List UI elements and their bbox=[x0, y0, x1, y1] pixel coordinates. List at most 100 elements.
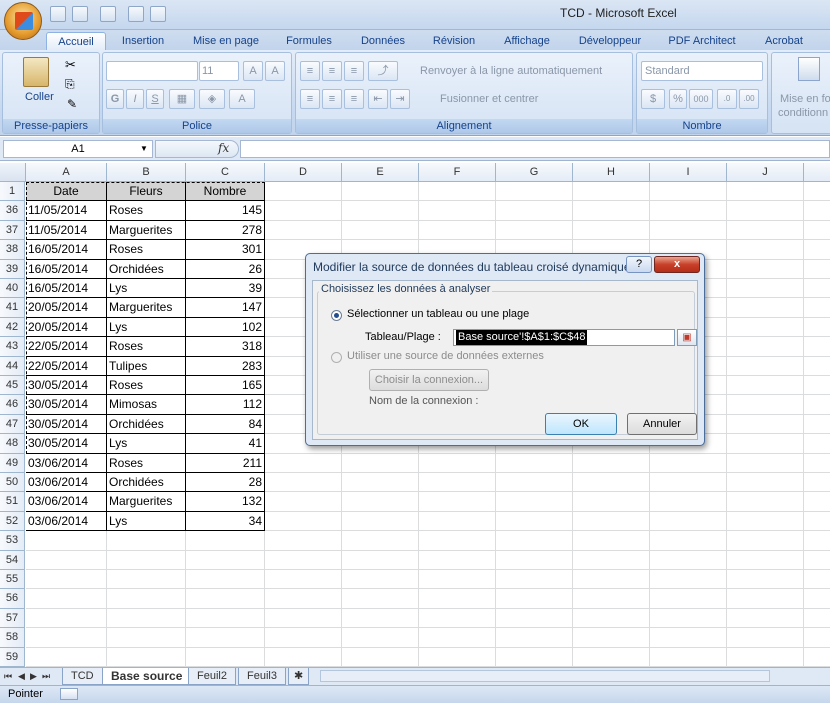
save-icon[interactable] bbox=[50, 6, 66, 22]
table-cell[interactable]: 28 bbox=[186, 473, 265, 493]
col-header-c[interactable]: C bbox=[186, 163, 265, 182]
empty-cell[interactable] bbox=[650, 531, 727, 551]
table-cell[interactable]: 34 bbox=[186, 511, 265, 532]
table-cell[interactable]: 03/06/2014 bbox=[26, 492, 107, 512]
table-cell[interactable] bbox=[107, 647, 186, 667]
table-cell[interactable]: 132 bbox=[186, 492, 265, 512]
col-header-k[interactable] bbox=[804, 163, 830, 182]
font-size-select[interactable]: 11 bbox=[199, 61, 239, 81]
select-range-label[interactable]: Sélectionner un tableau ou une plage bbox=[347, 308, 529, 320]
empty-cell[interactable] bbox=[573, 201, 650, 221]
empty-cell[interactable] bbox=[727, 550, 804, 570]
table-cell[interactable] bbox=[107, 550, 186, 570]
empty-cell[interactable] bbox=[727, 647, 804, 667]
external-source-radio[interactable] bbox=[331, 352, 342, 363]
empty-cell[interactable] bbox=[265, 628, 342, 648]
col-header-i[interactable]: I bbox=[650, 163, 727, 182]
empty-cell[interactable] bbox=[419, 182, 496, 202]
empty-cell[interactable] bbox=[650, 511, 727, 532]
row-header[interactable]: 59 bbox=[0, 647, 25, 667]
merge-center-button[interactable]: Fusionner et centrer bbox=[440, 93, 538, 105]
empty-cell[interactable] bbox=[265, 511, 342, 532]
paste-label[interactable]: Coller bbox=[25, 91, 54, 103]
table-cell[interactable]: 22/05/2014 bbox=[26, 356, 107, 376]
table-cell[interactable]: 145 bbox=[186, 201, 265, 221]
empty-cell[interactable] bbox=[496, 608, 573, 629]
cut-icon[interactable]: ✂ bbox=[65, 57, 76, 73]
empty-cell[interactable] bbox=[650, 453, 727, 473]
empty-cell[interactable] bbox=[342, 511, 419, 532]
empty-cell[interactable] bbox=[419, 647, 496, 667]
table-cell[interactable] bbox=[186, 608, 265, 629]
external-source-label[interactable]: Utiliser une source de données externes bbox=[347, 350, 544, 362]
empty-cell[interactable] bbox=[727, 182, 804, 202]
table-cell[interactable]: 84 bbox=[186, 414, 265, 435]
table-cell[interactable]: Roses bbox=[107, 337, 186, 357]
empty-cell[interactable] bbox=[342, 201, 419, 221]
table-cell[interactable]: 11/05/2014 bbox=[26, 220, 107, 241]
empty-cell[interactable] bbox=[650, 473, 727, 493]
prev-sheet-icon[interactable]: ◀ bbox=[16, 668, 27, 685]
table-cell[interactable]: Marguerites bbox=[107, 492, 186, 512]
header-cell[interactable]: Fleurs bbox=[107, 182, 186, 202]
cancel-button[interactable]: Annuler bbox=[627, 413, 697, 435]
empty-cell[interactable] bbox=[650, 570, 727, 590]
table-cell[interactable] bbox=[107, 570, 186, 590]
col-header-j[interactable]: J bbox=[727, 163, 804, 182]
empty-cell[interactable] bbox=[342, 453, 419, 473]
table-cell[interactable] bbox=[26, 628, 107, 648]
sheet-tab-tcd[interactable]: TCD bbox=[62, 668, 103, 685]
empty-cell[interactable] bbox=[496, 628, 573, 648]
table-cell[interactable]: 278 bbox=[186, 220, 265, 241]
empty-cell[interactable] bbox=[573, 453, 650, 473]
table-cell[interactable] bbox=[186, 570, 265, 590]
empty-cell[interactable] bbox=[419, 589, 496, 609]
empty-cell[interactable] bbox=[419, 511, 496, 532]
tab-donnees[interactable]: Données bbox=[356, 32, 410, 50]
percent-button[interactable]: % bbox=[669, 89, 687, 109]
row-header[interactable]: 55 bbox=[0, 570, 25, 590]
empty-cell[interactable] bbox=[265, 492, 342, 512]
sheet-tab-base-source[interactable]: Base source bbox=[102, 668, 192, 685]
table-cell[interactable]: 30/05/2014 bbox=[26, 376, 107, 396]
italic-button[interactable]: I bbox=[126, 89, 144, 109]
quick-print-icon[interactable] bbox=[150, 6, 166, 22]
empty-cell[interactable] bbox=[496, 492, 573, 512]
row-header[interactable]: 53 bbox=[0, 531, 25, 551]
table-cell[interactable]: Lys bbox=[107, 511, 186, 532]
empty-cell[interactable] bbox=[419, 453, 496, 473]
conditional-format-label[interactable]: Mise en fo bbox=[780, 93, 830, 105]
select-range-radio[interactable] bbox=[331, 310, 342, 321]
table-cell[interactable]: 39 bbox=[186, 279, 265, 299]
table-cell[interactable]: 318 bbox=[186, 337, 265, 357]
collapse-dialog-icon[interactable]: ▣ bbox=[677, 329, 697, 346]
empty-cell[interactable] bbox=[265, 201, 342, 221]
table-cell[interactable]: 30/05/2014 bbox=[26, 414, 107, 435]
empty-cell[interactable] bbox=[650, 608, 727, 629]
sheet-tab-feuil2[interactable]: Feuil2 bbox=[188, 668, 236, 685]
table-cell[interactable]: 30/05/2014 bbox=[26, 434, 107, 454]
table-cell[interactable]: Lys bbox=[107, 434, 186, 454]
fill-color-icon[interactable]: ◈ bbox=[199, 89, 225, 109]
table-cell[interactable] bbox=[107, 531, 186, 551]
empty-cell[interactable] bbox=[342, 531, 419, 551]
tab-affichage[interactable]: Affichage bbox=[498, 32, 556, 50]
empty-cell[interactable] bbox=[573, 492, 650, 512]
last-sheet-icon[interactable]: ⏭ bbox=[40, 668, 52, 685]
empty-cell[interactable] bbox=[727, 608, 804, 629]
empty-cell[interactable] bbox=[727, 395, 804, 415]
empty-cell[interactable] bbox=[804, 221, 830, 241]
empty-cell[interactable] bbox=[804, 473, 830, 493]
tab-developpeur[interactable]: Développeur bbox=[574, 32, 646, 50]
font-name-select[interactable] bbox=[106, 61, 198, 81]
table-cell[interactable]: 22/05/2014 bbox=[26, 337, 107, 357]
empty-cell[interactable] bbox=[265, 570, 342, 590]
empty-cell[interactable] bbox=[650, 647, 727, 667]
table-cell[interactable]: 165 bbox=[186, 376, 265, 396]
empty-cell[interactable] bbox=[573, 589, 650, 609]
row-header[interactable]: 45 bbox=[0, 376, 25, 396]
table-cell[interactable]: 301 bbox=[186, 240, 265, 260]
empty-cell[interactable] bbox=[727, 628, 804, 648]
empty-cell[interactable] bbox=[804, 260, 830, 279]
empty-cell[interactable] bbox=[804, 434, 830, 454]
